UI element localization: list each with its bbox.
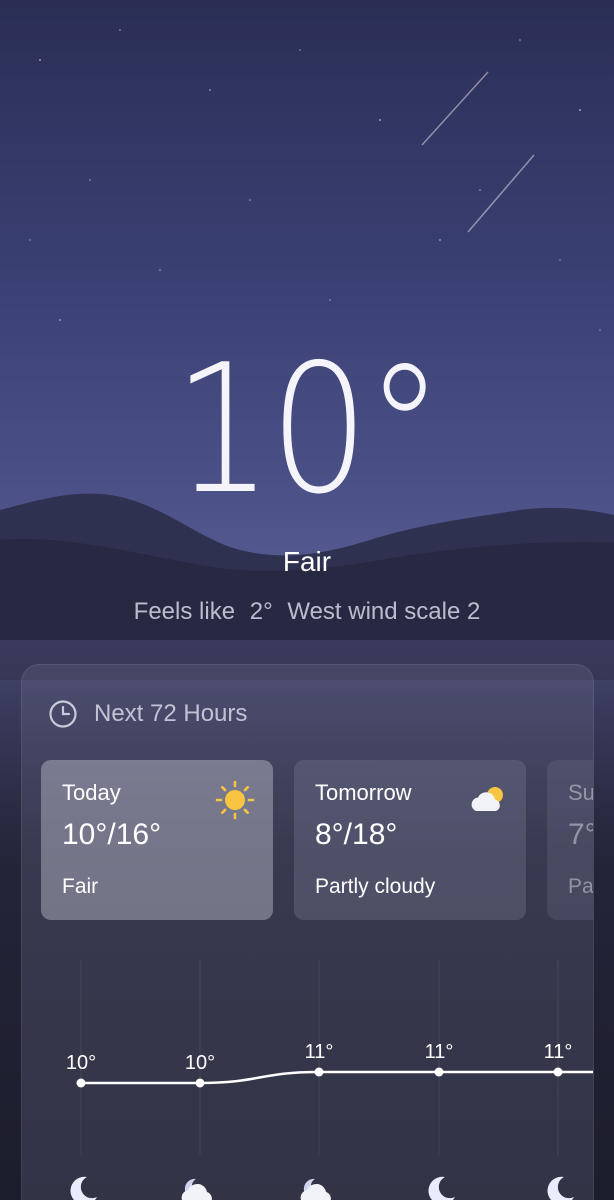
moon-icon [70,1176,97,1200]
moon-icon [547,1176,574,1200]
temperature-point [76,1078,86,1088]
shooting-star [467,154,535,233]
partly-cloudy-icon [471,787,503,811]
hourly-temperature-graph: 10° 10° 11° 11° 11° [66,960,593,1200]
current-temperature: 10° [173,326,444,533]
cloudy-night-icon [300,1178,331,1200]
temp-range: 7° [568,818,594,851]
panel-title: Next 72 Hours [94,700,248,727]
temperature-line [80,1070,593,1085]
temperature-label: 10° [185,1052,215,1074]
feels-like-value: 2° [249,598,273,625]
day-card-next[interactable]: Su 7° Pa [547,760,594,920]
day-card-today[interactable]: Today 10°/16° Fair [41,760,273,920]
day-label: Su [568,780,594,805]
clock-icon [49,700,77,728]
temp-range: 10°/16° [62,818,162,851]
panel-header: Next 72 Hours [48,699,247,729]
temperature-label: 11° [544,1041,573,1063]
day-condition: Pa [568,875,594,898]
temperature-label: 11° [425,1041,454,1063]
day-condition: Partly cloudy [315,875,436,898]
temperature-point [314,1067,324,1077]
temperature-point [195,1078,205,1088]
temperature-point [553,1067,563,1077]
temperature-point [434,1067,444,1077]
temp-range: 8°/18° [315,818,398,851]
wind-info: West wind scale 2 [287,598,481,625]
current-details: Feels like 2° West wind scale 2 [0,598,614,626]
day-condition: Fair [62,875,99,898]
forecast-panel: Next 72 Hours Today 10°/16° Fair Tomorro… [21,664,594,1200]
moon-icon [428,1176,455,1200]
shooting-star [421,71,489,146]
day-label: Today [62,780,121,805]
cloudy-night-icon [181,1178,212,1200]
day-card-tomorrow[interactable]: Tomorrow 8°/18° Partly cloudy [294,760,526,920]
current-condition: Fair [282,546,332,577]
day-label: Tomorrow [315,780,412,805]
temperature-label: 10° [66,1052,96,1074]
sun-icon [215,780,255,820]
day-cards: Today 10°/16° Fair Tomorrow 8°/18° Partl… [41,760,594,920]
temperature-label: 11° [305,1041,334,1063]
feels-like-label: Feels like [133,598,236,625]
